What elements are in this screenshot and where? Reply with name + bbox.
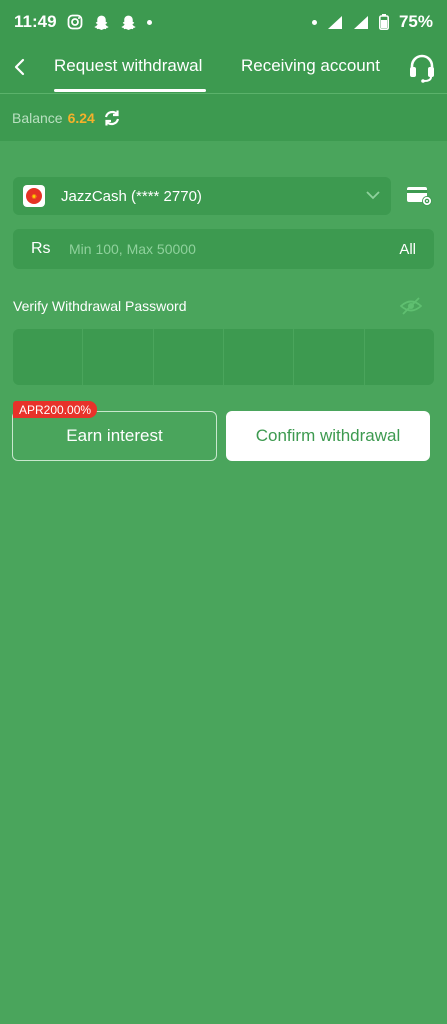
earn-interest-button[interactable]: Earn interest (12, 411, 217, 461)
chevron-left-icon (14, 58, 25, 76)
eye-icon (399, 297, 423, 315)
snapchat-icon (94, 15, 108, 30)
tab-request-withdrawal[interactable]: Request withdrawal (54, 56, 202, 76)
tab-receiving-account[interactable]: Receiving account (241, 56, 380, 76)
battery-percent: 75% (398, 12, 433, 31)
notification-dot-icon (311, 19, 317, 25)
jazzcash-logo-icon: ◉ (23, 185, 45, 207)
password-digit-cell[interactable] (223, 329, 295, 385)
refresh-icon[interactable] (103, 109, 121, 127)
password-digit-cell[interactable] (294, 329, 365, 385)
status-bar-left: 11:49 (14, 12, 152, 32)
password-digit-cell[interactable] (83, 329, 154, 385)
status-bar: 11:49 75% (0, 0, 447, 44)
snapchat-icon (121, 15, 135, 30)
headset-icon (410, 54, 434, 83)
status-time: 11:49 (14, 12, 57, 31)
all-amount-button[interactable]: All (399, 241, 416, 258)
balance-label: Balance (12, 109, 63, 126)
card-settings-icon (407, 187, 432, 206)
notification-dot-icon (146, 19, 152, 25)
password-digit-cell[interactable] (13, 329, 84, 385)
manage-cards-button[interactable] (406, 184, 434, 208)
amount-input[interactable] (67, 240, 400, 258)
password-input[interactable] (13, 329, 434, 385)
balance-value: 6.24 (67, 109, 95, 126)
instagram-icon (67, 14, 82, 30)
signal-icon (353, 15, 368, 29)
account-name: JazzCash (**** 2770) (61, 187, 202, 205)
password-digit-cell[interactable] (153, 329, 224, 385)
chevron-down-icon (366, 191, 380, 200)
confirm-withdrawal-button[interactable]: Confirm withdrawal (226, 411, 430, 461)
toggle-password-visibility[interactable] (399, 296, 423, 316)
currency-label: Rs (31, 240, 51, 257)
apr-badge: APR200.00% (13, 401, 98, 418)
verify-password-label: Verify Withdrawal Password (13, 298, 187, 314)
jazzcash-logo-mark: ◉ (26, 188, 42, 204)
back-button[interactable] (6, 52, 32, 82)
battery-icon (378, 14, 389, 30)
active-tab-indicator (54, 89, 206, 92)
status-bar-right: 75% (311, 12, 433, 32)
customer-service-button[interactable] (407, 52, 437, 84)
balance-bar: Balance 6.24 (0, 94, 447, 141)
password-digit-cell[interactable] (364, 329, 434, 385)
account-select[interactable]: ◉ JazzCash (**** 2770) (13, 177, 391, 215)
header: Request withdrawal Receiving account (0, 44, 447, 94)
signal-icon (327, 15, 342, 29)
amount-field: Rs All (13, 229, 434, 269)
